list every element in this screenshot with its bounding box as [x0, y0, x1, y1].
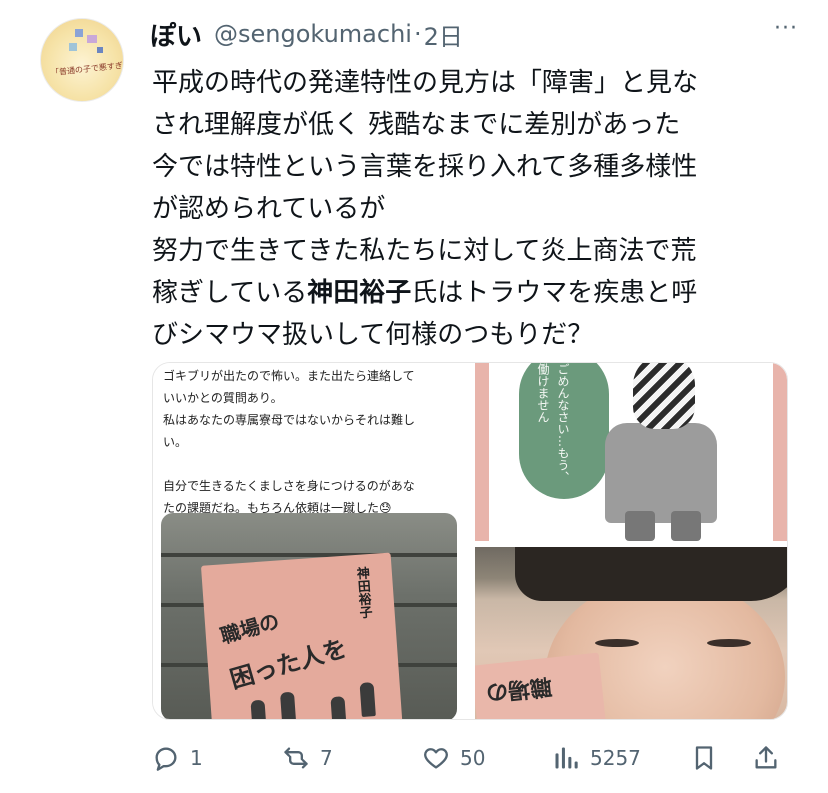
post-header: ぽい @sengokumachi · 2日 ···: [150, 16, 798, 52]
like-button[interactable]: 50: [422, 744, 485, 772]
pink-bar: [475, 363, 489, 541]
avatar-pixel: [75, 29, 83, 37]
avatar-pixel: [87, 35, 97, 43]
reply-button[interactable]: 1: [152, 744, 203, 772]
book-photo: 職場の 困った人を 神田裕子: [161, 513, 457, 719]
post-text: 平成の時代の発達特性の見方は「障害」と見な され理解度が低く 残酷なまでに差別が…: [152, 62, 802, 356]
share-icon: [755, 746, 777, 769]
media-image-2[interactable]: ごめんなさい…もう、働けません: [475, 363, 787, 541]
book-cover: 職場の 困った人を 神田裕子: [200, 552, 404, 719]
post-text-line: が認められているが: [152, 194, 386, 224]
illustration-figure: [359, 682, 376, 717]
screenshot-text-line: ゴキブリが出たので怖い。また出たら連絡して: [163, 369, 415, 383]
share-button[interactable]: [752, 744, 780, 772]
views-bar-chart-icon: [555, 747, 578, 769]
screenshot-text-line: い。: [163, 435, 188, 449]
screenshot-text: ゴキブリが出たので怖い。また出たら連絡して いいかとの質問あり。 私はあなたの専…: [163, 365, 463, 519]
repost-button[interactable]: 7: [282, 744, 333, 772]
avatar-pixel: [97, 47, 103, 53]
eye: [595, 639, 639, 647]
eye: [707, 639, 751, 647]
post-text-line: 今では特性という言葉を採り入れて多種多様性: [152, 152, 698, 182]
zebra-leg: [671, 511, 701, 541]
repost-count: 7: [320, 746, 333, 770]
zebra-leg: [625, 511, 655, 541]
repost-icon: [284, 747, 308, 769]
views-count: 5257: [590, 746, 641, 770]
book-title: 職場の: [217, 608, 282, 649]
zebra-head: [633, 363, 695, 429]
avatar-caption: 「普通の子で悪すぎ」: [50, 60, 124, 78]
book-held: 職場の: [475, 652, 607, 719]
heart-icon: [424, 748, 448, 769]
post-text-line: 平成の時代の発達特性の見方は「障害」と見な: [152, 68, 699, 98]
post-text-line: 稼ぎしている神田裕子氏はトラウマを疾患と呼: [152, 272, 802, 314]
reply-icon: [155, 747, 177, 771]
screenshot-text-line: [163, 453, 463, 475]
book-held-title: 職場の: [484, 672, 553, 705]
book-author: 神田裕子: [353, 566, 373, 620]
post-text-bold-name: 神田裕子: [307, 278, 412, 308]
speech-bubble-text: ごめんなさい…もう、働けません: [536, 363, 570, 483]
avatar[interactable]: 「普通の子で悪すぎ」: [40, 18, 124, 102]
screenshot-text-line: いいかとの質問あり。: [163, 391, 283, 405]
post-text-line: びシマウマ扱いして何様のつもりだ？: [152, 320, 594, 350]
post-text-segment: 稼ぎしている: [152, 278, 308, 308]
media-image-1[interactable]: ゴキブリが出たので怖い。また出たら連絡して いいかとの質問あり。 私はあなたの専…: [153, 363, 467, 719]
post-text-line: され理解度が低く 残酷なまでに差別があった: [152, 110, 681, 140]
action-bar: 1 7 50 5257: [152, 738, 792, 778]
screenshot-text-line: 自分で生きるたくましさを身につけるのがあな: [163, 479, 415, 493]
post-text-line: 努力で生きてきた私たちに対して炎上商法で荒: [152, 236, 697, 266]
bookmark-icon: [695, 746, 713, 770]
illustration-figure: [250, 699, 267, 719]
media-image-3[interactable]: 職場の: [475, 547, 787, 719]
avatar-pixel: [69, 43, 77, 51]
like-count: 50: [460, 746, 486, 770]
illustration-figure: [330, 696, 347, 719]
zebra-body: [605, 423, 717, 523]
bookmark-button[interactable]: [690, 744, 718, 772]
pink-bar: [773, 363, 787, 541]
more-options-icon[interactable]: ···: [774, 16, 798, 41]
hair: [515, 547, 787, 601]
shelf: [161, 553, 457, 557]
display-name[interactable]: ぽい: [150, 16, 202, 53]
reply-count: 1: [190, 746, 203, 770]
views-button[interactable]: 5257: [552, 744, 641, 772]
media-grid: ゴキブリが出たので怖い。また出たら連絡して いいかとの質問あり。 私はあなたの専…: [152, 362, 788, 720]
illustration-figure: [279, 691, 297, 719]
screenshot-text-line: 私はあなたの専属寮母ではないからそれは難し: [163, 413, 416, 427]
user-handle[interactable]: @sengokumachi: [214, 20, 412, 48]
post-text-segment: 氏はトラウマを疾患と呼: [411, 278, 698, 308]
post-time[interactable]: 2日: [424, 17, 463, 52]
separator: ·: [413, 20, 422, 48]
